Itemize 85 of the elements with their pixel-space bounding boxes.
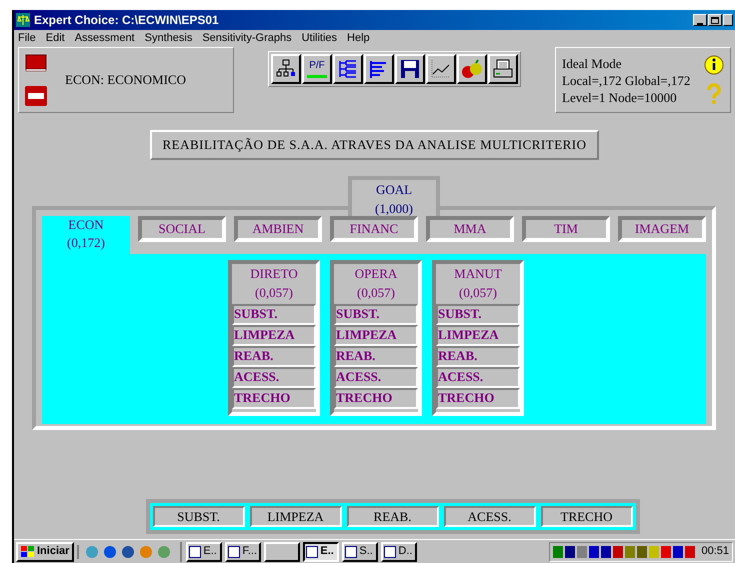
windows-logo-icon [21,546,35,558]
mode-text: Ideal Mode [562,54,623,72]
taskbar-button[interactable]: E.. [303,542,340,562]
info-icon[interactable] [704,55,724,75]
alternative-node[interactable]: LIMPEZA [436,324,520,346]
window-icon [306,546,318,558]
toolbar-button[interactable] [457,54,487,84]
alternative-node[interactable]: TRECHO [232,388,316,408]
save-icon [399,58,421,80]
alternative-node[interactable]: ACESS. [334,366,418,388]
window-icon [345,546,358,558]
alternative-node[interactable]: REAB. [436,346,520,366]
menu-item[interactable]: Edit [46,30,65,46]
alternative-node[interactable]: REAB. [346,506,438,526]
toolbar-button[interactable] [364,54,394,84]
menu-item[interactable]: Sensitivity-Graphs [202,30,292,46]
subcriterion-node[interactable]: DIRETO (0,057) SUBST. LIMPEZA REAB. ACESS. TRECHO [228,260,320,416]
toolbar-button[interactable] [271,54,301,84]
criterion-node[interactable]: AMBIEN [234,216,322,242]
window-title: Expert Choice: C:\ECWIN\EPS01 [34,12,220,29]
tree-icon [337,58,359,80]
toolbar-button[interactable] [426,54,456,84]
criterion-node[interactable]: TIM [522,216,610,242]
alternative-node[interactable]: LIMPEZA [232,324,316,346]
book-icon[interactable] [25,54,47,72]
toolbar-button[interactable] [395,54,425,84]
alternative-node[interactable]: ACESS. [436,366,520,388]
subcriterion-node[interactable]: OPERA (0,057) SUBST. LIMPEZA REAB. ACESS. TRECHO [330,260,422,416]
taskbar-button[interactable]: E.. [186,542,222,562]
alternative-node[interactable]: SUBST. [232,304,316,324]
alternative-node[interactable]: SUBST. [152,506,244,526]
alternative-node[interactable]: ACESS. [232,366,316,388]
node-name: ECON: ECONOMICO [65,71,186,90]
minimize-icon [697,23,703,25]
alternative-node[interactable]: LIMPEZA [334,324,418,346]
taskbar-button[interactable]: S.. [342,542,378,562]
taskbar-button[interactable]: F... [225,542,262,562]
tray-icon[interactable] [637,546,648,558]
alternative-node[interactable]: LIMPEZA [250,506,342,526]
toolbar-button[interactable] [333,54,363,84]
tray-icon[interactable] [601,546,612,558]
criterion-node[interactable]: SOCIAL [138,216,226,242]
minimize-button[interactable] [693,14,707,26]
taskbar-button[interactable]: D.. [381,542,418,562]
pf-button[interactable]: P/F [302,54,332,84]
close-button[interactable] [723,14,733,26]
alternative-node[interactable]: TRECHO [334,388,418,408]
alternative-node[interactable]: TRECHO [540,506,632,526]
goal-node[interactable]: GOAL (1,000) [348,176,440,216]
clock-text: 00:51 [701,544,729,560]
model-title: REABILITAÇÃO DE S.A.A. ATRAVES DA ANALISE MULTICRITERIO [150,130,599,160]
start-button[interactable]: Iniciar [16,542,74,562]
window-icon [384,546,396,558]
menu-item[interactable]: Utilities [302,30,338,46]
app-icon [16,13,30,27]
window-icon [189,546,202,558]
menu-item[interactable]: Assessment [74,30,135,46]
criterion-node[interactable]: ECON (0,172) [42,216,130,256]
priority-text: Local=,172 Global=,172 [562,72,692,88]
maximize-button[interactable] [708,14,722,26]
alternative-node[interactable]: REAB. [232,346,316,366]
subcriterion-node[interactable]: MANUT (0,057) SUBST. LIMPEZA REAB. ACESS. TRECHO [432,260,524,416]
window-icon [228,546,240,558]
tray-icon[interactable] [673,546,684,558]
menu-item[interactable]: Help [347,30,370,46]
alternative-node[interactable]: REAB. [334,346,418,366]
level-text: Level=1 Node=10000 [562,88,678,106]
tray-icon[interactable] [613,546,624,558]
alternative-node[interactable]: ACESS. [444,506,536,526]
alternative-node[interactable]: SUBST. [334,304,418,324]
menu-item[interactable]: Synthesis [144,30,192,46]
menu-item[interactable]: File [18,30,36,46]
criterion-node[interactable]: MMA [426,216,514,242]
tray-icon[interactable] [589,546,600,558]
alternative-node[interactable]: TRECHO [436,388,520,408]
maximize-icon [711,16,719,24]
fruit-icon [461,58,483,80]
line-graph-icon [430,58,452,80]
criterion-node[interactable]: IMAGEM [618,216,706,242]
toolbar-button[interactable] [488,54,518,84]
tray-icon[interactable] [565,546,576,558]
criterion-node[interactable]: FINANC [330,216,418,242]
taskbar-button[interactable] [264,542,300,562]
printer-icon [492,58,514,80]
alternative-node[interactable]: SUBST. [436,304,520,324]
